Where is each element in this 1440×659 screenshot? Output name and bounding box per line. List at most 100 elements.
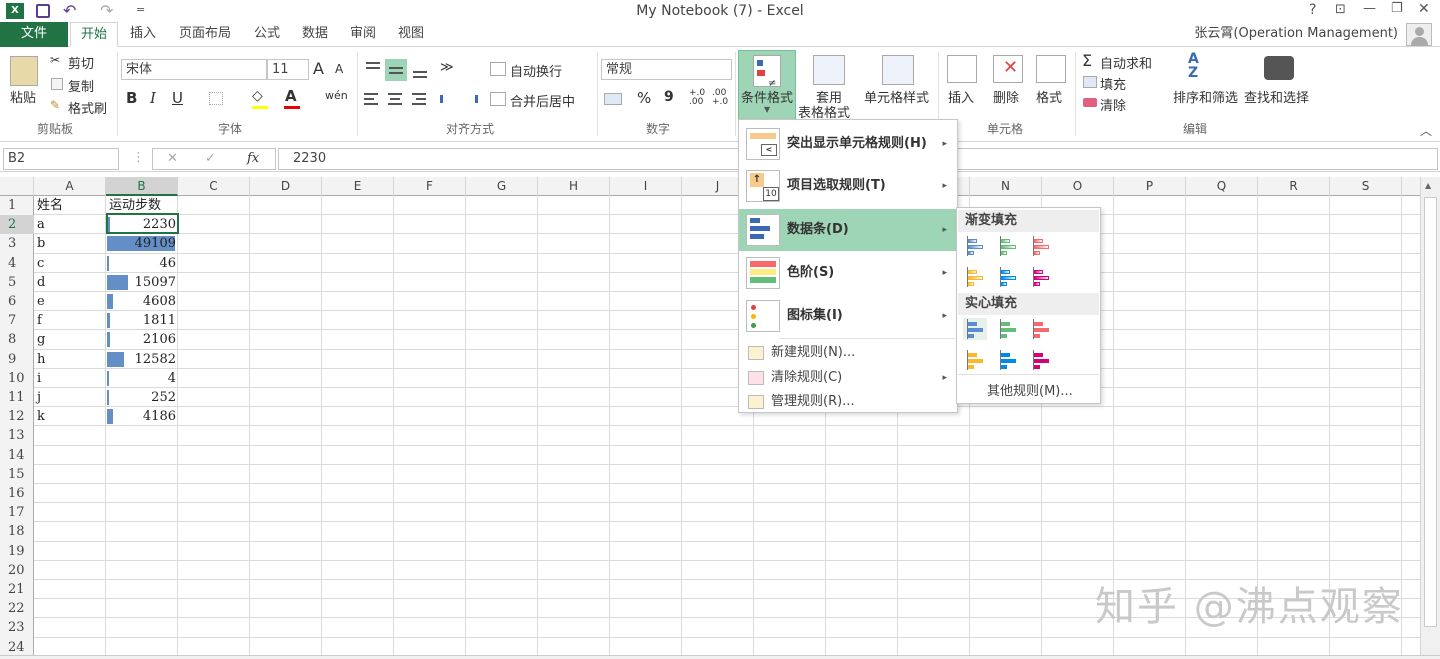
cell-A5[interactable]: d	[37, 273, 45, 292]
close-icon[interactable]: ✕	[1418, 1, 1430, 17]
row-header-9[interactable]: 9	[0, 350, 34, 369]
customize-qa-icon[interactable]: =	[136, 3, 145, 16]
column-header-Q[interactable]: Q	[1186, 177, 1258, 196]
font-size-input[interactable]: 11	[267, 59, 309, 80]
autosum-button[interactable]: 自动求和	[1100, 53, 1152, 72]
clear-button[interactable]: 清除	[1100, 95, 1126, 114]
fill-color-icon[interactable]: ◇	[252, 88, 263, 104]
column-header-O[interactable]: O	[1042, 177, 1114, 196]
menu-data-bars[interactable]: 数据条(D) ▸	[739, 209, 957, 251]
gradient-databar-swatch[interactable]	[963, 235, 987, 257]
delete-cells-icon[interactable]: ✕	[993, 55, 1023, 83]
solid-databar-swatch[interactable]	[996, 349, 1020, 371]
row-header-8[interactable]: 8	[0, 330, 34, 349]
cell-A11[interactable]: j	[37, 388, 41, 407]
cancel-icon[interactable]: ✕	[167, 149, 178, 169]
format-as-table-icon[interactable]	[813, 55, 845, 85]
ribbon-display-icon[interactable]: ⊡	[1335, 2, 1346, 17]
cell-B11[interactable]: 252	[106, 388, 176, 407]
save-icon[interactable]	[36, 4, 50, 18]
cell-A12[interactable]: k	[37, 407, 45, 426]
gradient-databar-swatch[interactable]	[996, 266, 1020, 288]
solid-databar-swatch[interactable]	[1029, 349, 1053, 371]
copy-icon[interactable]	[51, 78, 63, 90]
orientation-icon[interactable]: ≫	[440, 60, 454, 75]
menu-icon-sets[interactable]: 图标集(I) ▸	[739, 296, 957, 336]
cell-A1[interactable]: 姓名	[37, 196, 63, 215]
row-header-5[interactable]: 5	[0, 273, 34, 292]
column-header-B[interactable]: B	[106, 177, 178, 196]
bold-button[interactable]: B	[126, 89, 137, 107]
cell-B8[interactable]: 2106	[106, 330, 176, 349]
column-header-H[interactable]: H	[538, 177, 610, 196]
merge-center-icon[interactable]	[490, 92, 506, 106]
decrease-decimal-button[interactable]: .00 +.0	[712, 89, 730, 107]
avatar[interactable]	[1406, 23, 1432, 46]
find-select-button[interactable]: 查找和选择	[1244, 87, 1309, 106]
cell-A7[interactable]: f	[37, 311, 42, 330]
autosum-icon[interactable]: Σ	[1082, 51, 1092, 70]
tab-file[interactable]: 文件	[0, 22, 68, 47]
clear-icon[interactable]	[1083, 98, 1097, 107]
scroll-thumb[interactable]	[1424, 197, 1437, 627]
cell-B9[interactable]: 12582	[106, 350, 176, 369]
tab-view[interactable]: 视图	[390, 22, 432, 47]
column-header-F[interactable]: F	[394, 177, 466, 196]
column-header-R[interactable]: R	[1258, 177, 1330, 196]
paste-button[interactable]: 粘贴	[10, 87, 36, 106]
row-header-14[interactable]: 14	[0, 446, 34, 465]
solid-databar-swatch[interactable]	[963, 349, 987, 371]
column-header-N[interactable]: N	[970, 177, 1042, 196]
row-header-17[interactable]: 17	[0, 503, 34, 522]
cell-B3[interactable]: 49109	[106, 234, 176, 253]
column-header-E[interactable]: E	[322, 177, 394, 196]
row-header-19[interactable]: 19	[0, 542, 34, 561]
cell-A10[interactable]: i	[37, 369, 41, 388]
paste-icon[interactable]	[10, 56, 38, 86]
cell-B4[interactable]: 46	[106, 254, 176, 273]
borders-icon[interactable]	[209, 92, 223, 105]
row-header-6[interactable]: 6	[0, 292, 34, 311]
menu-new-rule[interactable]: 新建规则(N)...	[739, 341, 957, 365]
shrink-font-button[interactable]: A	[335, 62, 343, 76]
solid-databar-swatch[interactable]	[996, 318, 1020, 340]
row-header-1[interactable]: 1	[0, 196, 34, 215]
grow-font-button[interactable]: A	[313, 59, 324, 78]
wrap-text-button[interactable]: 自动换行	[510, 61, 562, 80]
row-header-24[interactable]: 24	[0, 638, 34, 657]
select-all-corner[interactable]	[0, 177, 34, 196]
cell-B7[interactable]: 1811	[106, 311, 176, 330]
undo-icon[interactable]: ↶	[63, 1, 76, 20]
phonetic-button[interactable]: wén	[325, 89, 348, 102]
row-header-7[interactable]: 7	[0, 311, 34, 330]
user-name[interactable]: 张云霄(Operation Management)	[1178, 22, 1398, 47]
name-box[interactable]: B2	[3, 148, 119, 170]
insert-function-icon[interactable]: fx	[247, 149, 259, 169]
underline-button[interactable]: U	[172, 89, 183, 107]
gradient-databar-swatch[interactable]	[1029, 266, 1053, 288]
tab-review[interactable]: 审阅	[342, 22, 384, 47]
row-header-21[interactable]: 21	[0, 580, 34, 599]
formula-bar-handle-icon[interactable]: ⋮	[132, 150, 145, 165]
fill-icon[interactable]	[1083, 76, 1097, 88]
solid-databar-swatch[interactable]	[1029, 318, 1053, 340]
column-header-G[interactable]: G	[466, 177, 538, 196]
cell-A3[interactable]: b	[37, 234, 45, 253]
cut-button[interactable]: 剪切	[68, 53, 94, 72]
fill-button[interactable]: 填充	[1100, 74, 1126, 93]
gradient-databar-swatch[interactable]	[963, 266, 987, 288]
font-name-input[interactable]: 宋体	[121, 59, 267, 80]
row-header-15[interactable]: 15	[0, 465, 34, 484]
cell-A9[interactable]: h	[37, 350, 45, 369]
accounting-format-icon[interactable]	[604, 93, 622, 105]
font-color-button[interactable]: A	[285, 87, 297, 105]
column-header-I[interactable]: I	[610, 177, 682, 196]
increase-decimal-button[interactable]: +.0 .00	[689, 89, 707, 107]
merge-center-button[interactable]: 合并后居中	[510, 91, 575, 110]
insert-cells-icon[interactable]	[947, 55, 977, 83]
column-header-A[interactable]: A	[34, 177, 106, 196]
row-header-2[interactable]: 2	[0, 215, 34, 235]
tab-home[interactable]: 开始	[70, 22, 118, 47]
sort-filter-icon[interactable]: AZ	[1188, 52, 1199, 80]
cell-B6[interactable]: 4608	[106, 292, 176, 311]
